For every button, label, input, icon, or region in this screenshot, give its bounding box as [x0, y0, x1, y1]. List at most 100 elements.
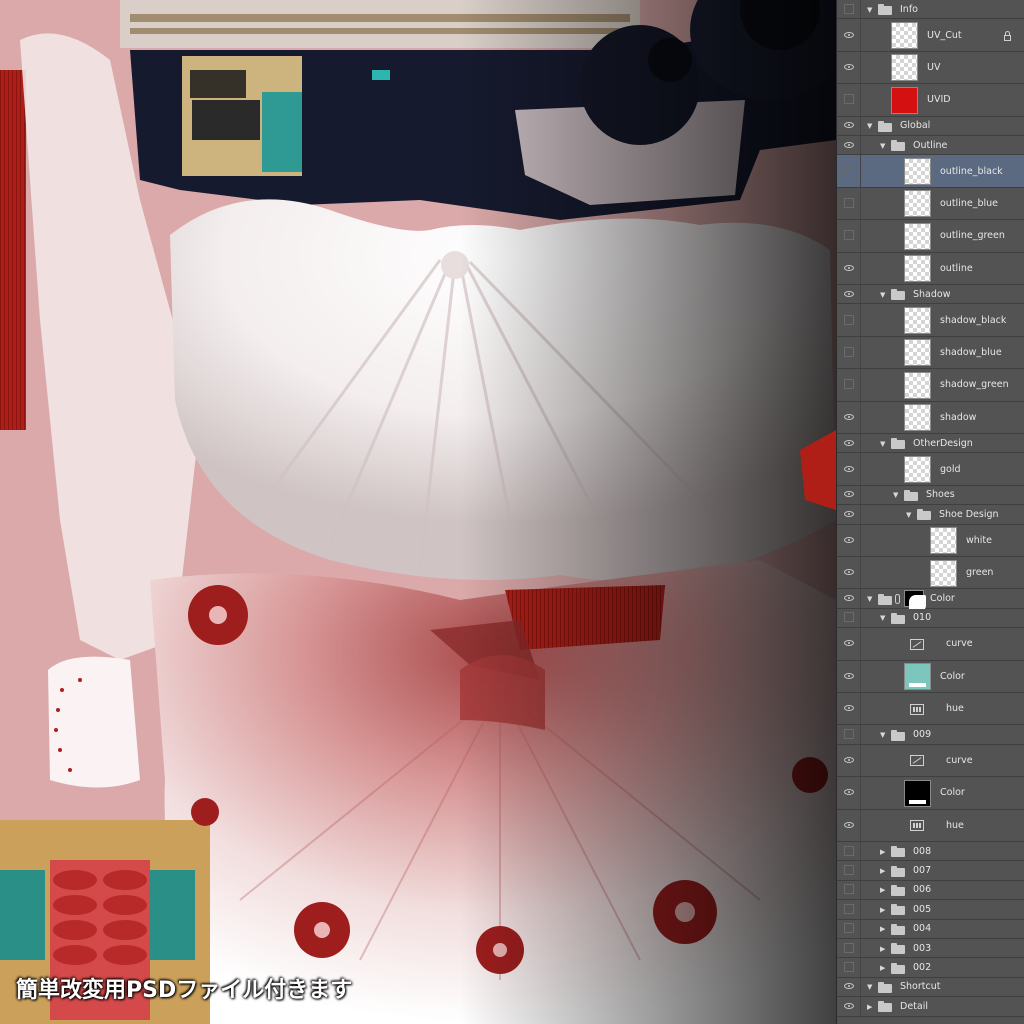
- eye-icon[interactable]: [837, 589, 861, 608]
- visibility-toggle[interactable]: [837, 187, 861, 220]
- eye-icon[interactable]: [837, 116, 861, 135]
- chevron-down-icon[interactable]: ▼: [880, 730, 885, 740]
- layer-row-outline[interactable]: outline: [837, 252, 1024, 285]
- layer-name[interactable]: OtherDesign: [913, 438, 973, 449]
- layer-name[interactable]: gold: [940, 464, 961, 475]
- layer-row-shadow-black[interactable]: shadow_black: [837, 304, 1024, 337]
- layer-row-curve[interactable]: curve: [837, 628, 1024, 661]
- layer-name[interactable]: UVID: [927, 94, 951, 105]
- layer-row-003[interactable]: ▶ 003: [837, 939, 1024, 959]
- layer-name[interactable]: Shortcut: [900, 981, 940, 992]
- layer-row-gold[interactable]: gold: [837, 453, 1024, 486]
- visibility-toggle[interactable]: [837, 0, 861, 19]
- eye-icon[interactable]: [837, 524, 861, 556]
- layer-row-shadow[interactable]: shadow: [837, 401, 1024, 434]
- chevron-right-icon[interactable]: ▶: [880, 866, 885, 876]
- layer-name[interactable]: Shoes: [926, 489, 955, 500]
- eye-icon[interactable]: [837, 660, 861, 692]
- layer-row-shadow-green[interactable]: shadow_green: [837, 369, 1024, 402]
- layer-row-uv-cut[interactable]: UV_Cut: [837, 19, 1024, 52]
- layers-panel[interactable]: ▼ Info UV_Cut UV UVID ▼ Global ▼ Outline outline_…: [836, 0, 1024, 1024]
- layer-row-010[interactable]: ▼ 010: [837, 608, 1024, 629]
- layer-row-009[interactable]: ▼ 009: [837, 725, 1024, 745]
- layer-thumbnail[interactable]: [891, 22, 918, 50]
- layer-name[interactable]: Outline: [913, 140, 947, 151]
- eye-icon[interactable]: [837, 19, 861, 51]
- visibility-toggle[interactable]: [837, 880, 861, 900]
- layer-name[interactable]: 006: [913, 884, 931, 895]
- layer-thumbnail[interactable]: [891, 86, 918, 114]
- layer-row-outline-green[interactable]: outline_green: [837, 220, 1024, 253]
- layer-name[interactable]: Info: [900, 4, 918, 15]
- layer-row-002[interactable]: ▶ 002: [837, 958, 1024, 978]
- layer-row-shadow[interactable]: ▼ Shadow: [837, 285, 1024, 305]
- eye-icon[interactable]: [837, 777, 861, 809]
- layer-name[interactable]: 008: [913, 846, 931, 857]
- visibility-toggle[interactable]: [837, 861, 861, 880]
- layer-row-white[interactable]: white: [837, 524, 1024, 557]
- visibility-toggle[interactable]: [837, 608, 861, 628]
- layer-name[interactable]: outline_green: [940, 230, 1005, 241]
- eye-icon[interactable]: [837, 977, 861, 997]
- layer-name[interactable]: UV: [927, 62, 940, 73]
- layer-row-shoe-design[interactable]: ▼ Shoe Design: [837, 505, 1024, 525]
- layer-name[interactable]: Color: [940, 787, 965, 798]
- layer-name[interactable]: green: [966, 567, 993, 578]
- eye-icon[interactable]: [837, 401, 861, 433]
- layer-row-outline-black[interactable]: outline_black: [837, 155, 1024, 188]
- layer-thumbnail[interactable]: [904, 222, 931, 250]
- visibility-toggle[interactable]: [837, 304, 861, 336]
- chevron-right-icon[interactable]: ▶: [880, 847, 885, 857]
- chevron-right-icon[interactable]: ▶: [880, 885, 885, 895]
- layer-name[interactable]: 010: [913, 612, 931, 623]
- layer-name[interactable]: 004: [913, 923, 931, 934]
- visibility-toggle[interactable]: [837, 155, 861, 187]
- layer-row-detail[interactable]: ▶ Detail: [837, 997, 1024, 1017]
- eye-icon[interactable]: [837, 809, 861, 841]
- layer-thumbnail[interactable]: [904, 255, 931, 283]
- chevron-down-icon[interactable]: ▼: [867, 594, 872, 604]
- chevron-down-icon[interactable]: ▼: [880, 439, 885, 449]
- layer-thumbnail[interactable]: [904, 190, 931, 218]
- layer-row-curve[interactable]: curve: [837, 744, 1024, 778]
- layer-row-008[interactable]: ▶ 008: [837, 842, 1024, 862]
- chevron-right-icon[interactable]: ▶: [880, 963, 885, 973]
- layer-row-color[interactable]: ▼ Color: [837, 589, 1024, 613]
- eye-icon[interactable]: [837, 285, 861, 304]
- eye-icon[interactable]: [837, 485, 861, 505]
- visibility-toggle[interactable]: [837, 958, 861, 977]
- layer-row-global[interactable]: ▼ Global: [837, 116, 1024, 136]
- layer-name[interactable]: Shoe Design: [939, 509, 999, 520]
- visibility-toggle[interactable]: [837, 336, 861, 369]
- eye-icon[interactable]: [837, 252, 861, 284]
- layer-thumbnail[interactable]: [930, 527, 957, 555]
- layer-name[interactable]: Shadow: [913, 289, 951, 300]
- layer-name[interactable]: Color: [940, 671, 965, 682]
- eye-icon[interactable]: [837, 51, 861, 84]
- visibility-toggle[interactable]: [837, 939, 861, 958]
- layer-name[interactable]: hue: [946, 703, 964, 714]
- layer-name[interactable]: 007: [913, 865, 931, 876]
- chevron-down-icon[interactable]: ▼: [893, 490, 898, 500]
- eye-icon[interactable]: [837, 693, 861, 725]
- layer-thumbnail[interactable]: [904, 158, 931, 186]
- layer-name[interactable]: 009: [913, 729, 931, 740]
- layer-row-green[interactable]: green: [837, 557, 1024, 590]
- chevron-down-icon[interactable]: ▼: [867, 982, 872, 992]
- eye-icon[interactable]: [837, 557, 861, 589]
- layer-row-shadow-blue[interactable]: shadow_blue: [837, 336, 1024, 370]
- visibility-toggle[interactable]: [837, 369, 861, 401]
- visibility-toggle[interactable]: [837, 900, 861, 919]
- layer-name[interactable]: outline_black: [940, 166, 1003, 177]
- visibility-toggle[interactable]: [837, 842, 861, 861]
- layer-row-007[interactable]: ▶ 007: [837, 861, 1024, 881]
- layer-thumbnail[interactable]: [904, 307, 931, 335]
- layer-name[interactable]: shadow_blue: [940, 347, 1002, 358]
- layer-name[interactable]: curve: [946, 638, 973, 649]
- layer-row-outline-blue[interactable]: outline_blue: [837, 187, 1024, 221]
- layer-name[interactable]: outline: [940, 263, 973, 274]
- chevron-down-icon[interactable]: ▼: [880, 141, 885, 151]
- layer-thumbnail[interactable]: [930, 559, 957, 587]
- layer-row-outline[interactable]: ▼ Outline: [837, 136, 1024, 156]
- layer-row-uvid[interactable]: UVID: [837, 84, 1024, 117]
